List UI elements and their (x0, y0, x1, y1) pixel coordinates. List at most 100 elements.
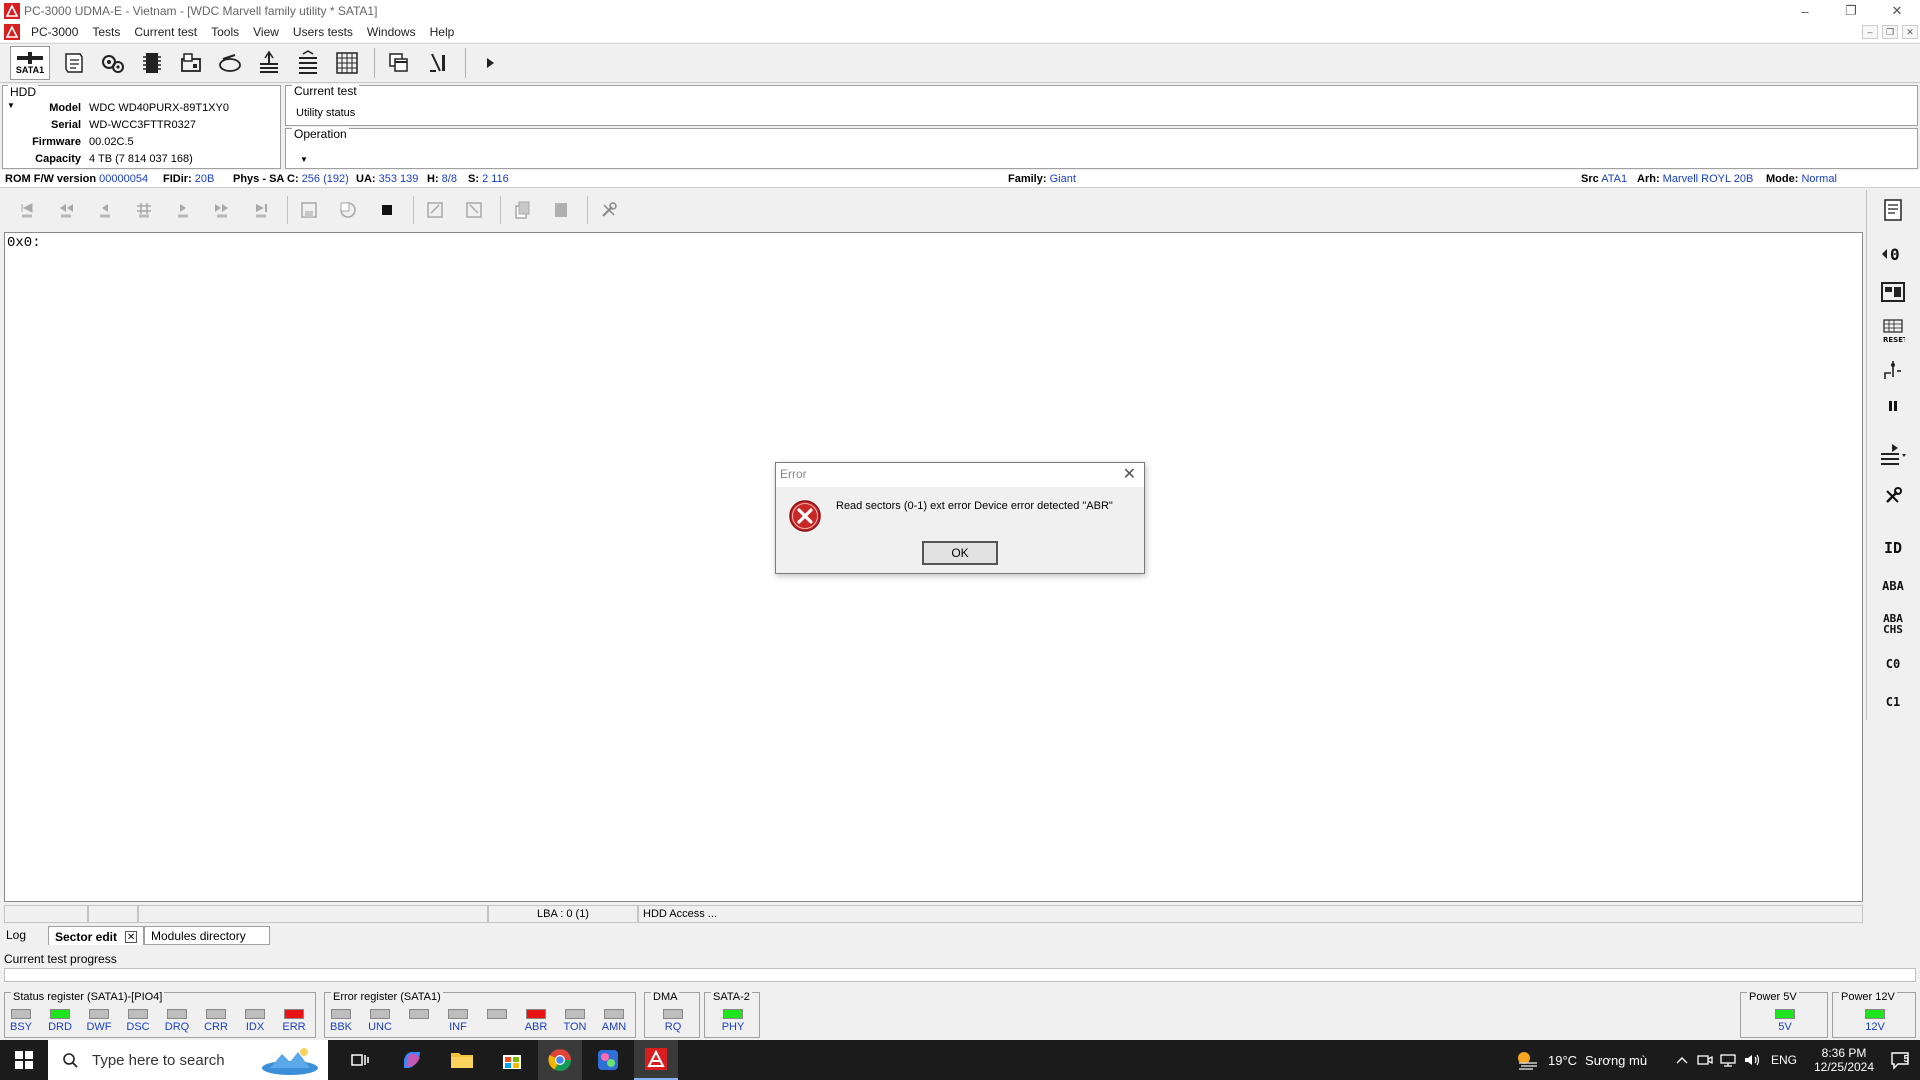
led-indicator (487, 1009, 507, 1019)
goto-sector-button[interactable] (127, 196, 161, 224)
hdd-passport-button[interactable] (56, 46, 92, 80)
windows-cascade-button[interactable] (381, 46, 417, 80)
copy-button[interactable] (505, 196, 539, 224)
menu-users-tests[interactable]: Users tests (286, 25, 360, 39)
chrome-button[interactable] (538, 1040, 582, 1080)
tools-wrench-button[interactable] (1875, 480, 1911, 512)
power-connect-button[interactable] (1875, 354, 1911, 386)
photos-app-button[interactable] (586, 1040, 630, 1080)
source-label: Src (1581, 173, 1599, 185)
tools-settings-button[interactable] (592, 196, 626, 224)
app-menu-icon[interactable] (4, 24, 20, 40)
aba-button[interactable]: ABA (1875, 570, 1911, 602)
fast-back-icon (60, 204, 73, 218)
module-map-button[interactable] (1875, 276, 1911, 308)
volume-button[interactable] (1740, 1040, 1764, 1080)
prev-sector-button[interactable] (88, 196, 122, 224)
hdd-id-button[interactable] (173, 46, 209, 80)
toolbar-separator (374, 48, 375, 78)
weather-text[interactable]: 19°C Sương mù (1548, 1040, 1660, 1080)
meet-now-button[interactable] (1694, 1040, 1716, 1080)
reset-button[interactable]: RESET (1875, 314, 1911, 346)
c0-button[interactable]: C0 (1875, 648, 1911, 680)
mdi-restore-button[interactable]: ❐ (1882, 25, 1898, 39)
fast-back-button[interactable] (49, 196, 83, 224)
show-hidden-icons-button[interactable] (1670, 1040, 1694, 1080)
import-button[interactable] (457, 196, 491, 224)
aba-chs-button[interactable]: ABA CHS (1875, 608, 1911, 640)
ok-button[interactable]: OK (922, 541, 998, 565)
tab-modules-directory[interactable]: Modules directory (144, 926, 271, 945)
play-button[interactable] (472, 46, 508, 80)
mdi-minimize-button[interactable]: – (1862, 25, 1878, 39)
copilot-button[interactable] (390, 1040, 434, 1080)
mode-label: Mode: (1766, 173, 1799, 185)
led-indicator (50, 1009, 70, 1019)
network-button[interactable] (1716, 1040, 1740, 1080)
last-sector-button[interactable] (244, 196, 278, 224)
store-button[interactable] (490, 1040, 534, 1080)
task-view-button[interactable] (340, 1040, 380, 1080)
operation-dropdown-caret-icon[interactable]: ▼ (300, 155, 308, 164)
first-sector-button[interactable] (10, 196, 44, 224)
write-sector-button[interactable] (331, 196, 365, 224)
tools-button[interactable] (420, 46, 456, 80)
next-sector-button[interactable] (166, 196, 200, 224)
dialog-close-icon[interactable]: ✕ (1123, 464, 1136, 484)
architecture-value: Marvell ROYL 20B (1662, 173, 1754, 185)
close-button[interactable]: ✕ (1874, 0, 1920, 22)
settings-gears-button[interactable] (95, 46, 131, 80)
menu-view[interactable]: View (246, 25, 286, 39)
file-explorer-button[interactable] (440, 1040, 484, 1080)
power-12v-legend: Power 12V (1839, 991, 1897, 1003)
platter-button[interactable] (290, 46, 326, 80)
chip-button[interactable] (134, 46, 170, 80)
start-button[interactable] (0, 1040, 48, 1080)
restore-button[interactable]: ❐ (1828, 0, 1874, 22)
close-tab-icon[interactable]: ✕ (125, 931, 138, 943)
menu-tests[interactable]: Tests (85, 25, 127, 39)
tab-log[interactable]: Log (0, 926, 48, 945)
zero-fill-button[interactable]: 0 (1875, 238, 1911, 270)
menu-pc3000[interactable]: PC-3000 (24, 25, 85, 39)
fast-forward-button[interactable] (205, 196, 239, 224)
write-disk-icon (340, 202, 356, 218)
export-button[interactable] (418, 196, 452, 224)
ua-value: 353 139 (378, 173, 419, 185)
led-indicator (409, 1009, 429, 1019)
clock[interactable]: 8:36 PM 12/25/2024 (1804, 1040, 1884, 1080)
minimize-button[interactable]: – (1782, 0, 1828, 22)
taskbar-search-box[interactable]: Type here to search (48, 1040, 328, 1080)
disk-button[interactable] (212, 46, 248, 80)
weather-fog-icon (1518, 1052, 1537, 1070)
passport-info-button[interactable] (1875, 194, 1911, 226)
c1-button[interactable]: C1 (1875, 686, 1911, 718)
weather-button[interactable] (1512, 1040, 1544, 1080)
tab-sector-edit[interactable]: Sector edit ✕ (48, 926, 145, 945)
network-icon (1720, 1054, 1736, 1067)
mdi-close-button[interactable]: ✕ (1902, 25, 1918, 39)
copy-icon (515, 201, 530, 219)
stop-button[interactable] (370, 196, 404, 224)
save-sector-button[interactable] (292, 196, 326, 224)
notifications-button[interactable]: 5 (1882, 1040, 1918, 1080)
head-map-button[interactable] (251, 46, 287, 80)
menu-tools[interactable]: Tools (204, 25, 246, 39)
menu-current-test[interactable]: Current test (127, 25, 204, 39)
clock-date: 12/25/2024 (1813, 1060, 1875, 1074)
menu-windows[interactable]: Windows (360, 25, 423, 39)
menu-help[interactable]: Help (423, 25, 462, 39)
heads-map-button[interactable] (1875, 438, 1911, 470)
id-button[interactable]: ID (1875, 532, 1911, 564)
sata-port-button[interactable]: SATA1 (10, 46, 50, 80)
source: Src ATA1 (1581, 173, 1627, 185)
grid-map-button[interactable] (329, 46, 365, 80)
led-indicator (663, 1009, 683, 1019)
pc3000-taskbar-button[interactable] (634, 1040, 678, 1080)
language-indicator[interactable]: ENG (1766, 1040, 1802, 1080)
pause-button[interactable] (1875, 390, 1911, 422)
dialog-body: Read sectors (0-1) ext error Device erro… (776, 487, 1144, 573)
error-icon (789, 500, 821, 532)
error-register-legend: Error register (SATA1) (331, 991, 443, 1003)
paste-button[interactable] (544, 196, 578, 224)
